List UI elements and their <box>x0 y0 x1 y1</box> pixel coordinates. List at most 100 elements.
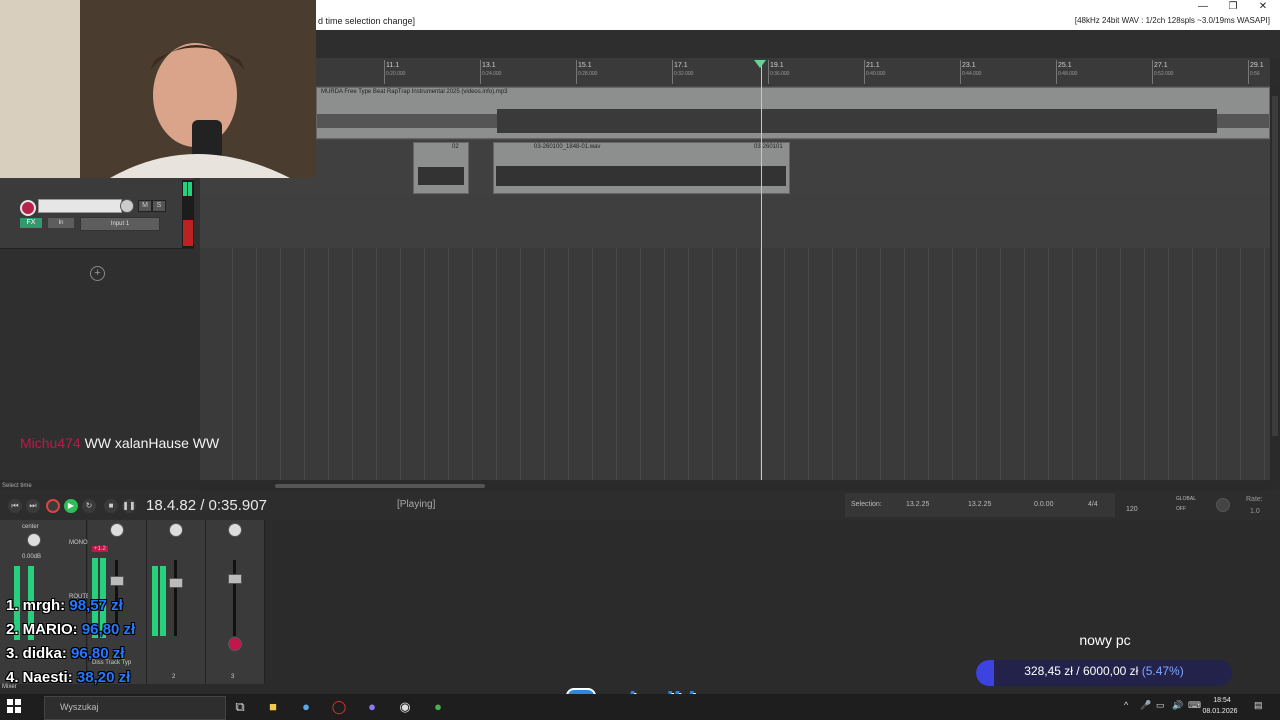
input-select[interactable]: Input 1 <box>80 217 160 231</box>
leaderboard-rank: 1. mrgh: <box>6 597 66 614</box>
pause-button[interactable]: ❚❚ <box>122 499 136 513</box>
loop-button[interactable]: ↻ <box>82 499 96 513</box>
timeline-ruler[interactable]: 11.1 0:20.000 13.1 0:24.000 15.1 0:28.000 17.1… <box>316 58 1270 87</box>
strip-3-number: 3 <box>231 674 235 680</box>
tray-mic-icon[interactable]: 🎤 <box>1140 700 1151 711</box>
mono-button[interactable]: MONO <box>69 540 88 546</box>
ruler-label: 27.1 <box>1154 62 1168 69</box>
tempo-display[interactable]: 120 <box>1126 506 1138 513</box>
minimize-button[interactable]: — <box>1188 0 1218 14</box>
chat-username: Michu474 <box>20 435 81 451</box>
ruler-tick <box>672 60 673 84</box>
horizontal-scroll-thumb[interactable] <box>275 484 485 488</box>
playrate-knob[interactable] <box>1216 498 1230 512</box>
vertical-scroll-thumb[interactable] <box>1272 96 1278 436</box>
selection-label: Selection: <box>851 501 882 508</box>
record-button[interactable] <box>46 499 60 513</box>
leaderboard-amount: 96,80 zł <box>71 645 125 662</box>
master-db: 0.00dB <box>22 554 42 560</box>
ruler-label: 29.1 <box>1250 62 1264 69</box>
strip-2-pan-knob[interactable] <box>169 523 183 537</box>
play-button[interactable]: ▶ <box>64 499 78 513</box>
webcam-person-image <box>0 0 316 178</box>
restore-button[interactable]: ❐ <box>1218 0 1248 14</box>
waveform-clip-1 <box>418 167 464 185</box>
ruler-tick <box>384 60 385 84</box>
file-explorer-icon[interactable]: ■ <box>264 698 282 716</box>
go-end-button[interactable]: ⏭ <box>26 499 40 513</box>
ruler-tick <box>1248 60 1249 84</box>
goal-separator: / <box>1072 664 1083 678</box>
rate-value[interactable]: 1.0 <box>1250 508 1260 515</box>
playhead-line[interactable] <box>761 62 762 480</box>
strip-1-fader[interactable] <box>110 576 124 586</box>
selection-end[interactable]: 13.2.25 <box>968 501 991 508</box>
discord-icon[interactable]: ● <box>363 698 381 716</box>
leaderboard-row: 3. didka: 96,80 zł <box>6 645 124 662</box>
leaderboard-row: 4. Naesti: 38,20 zł <box>6 669 130 686</box>
go-start-button[interactable]: ⏮ <box>8 499 22 513</box>
ruler-time-label: 0:56 <box>1250 71 1260 77</box>
ruler-time-label: 0:32.000 <box>674 71 694 77</box>
master-pan-knob[interactable] <box>27 533 41 547</box>
selection-length[interactable]: 0.0.00 <box>1034 501 1053 508</box>
goal-current: 328,45 zł <box>1024 664 1073 678</box>
ruler-label: 11.1 <box>386 62 400 69</box>
reaper-icon[interactable]: ◉ <box>396 698 414 716</box>
add-track-button[interactable]: + <box>90 266 105 281</box>
fx-button[interactable]: FX <box>20 218 42 228</box>
close-button[interactable]: ✕ <box>1248 0 1278 14</box>
input-monitor-button[interactable]: In <box>48 218 74 228</box>
track-lane-empty[interactable] <box>200 196 1270 248</box>
selection-start[interactable]: 13.2.25 <box>906 501 929 508</box>
ruler-tick <box>1056 60 1057 84</box>
status-hint: Select time <box>2 483 32 489</box>
media-item-label: 02 <box>452 144 459 150</box>
play-state: [Playing] <box>397 499 436 510</box>
master-pan-label: center <box>22 524 39 530</box>
media-item-clip-2[interactable]: 03-260100_1848-01.wav 03-260101 <box>493 142 790 194</box>
leaderboard-rank: 2. MARIO: <box>6 621 78 638</box>
ruler-label: 23.1 <box>962 62 976 69</box>
clock-time[interactable]: 18:54 <box>1204 697 1240 704</box>
tray-network-icon[interactable]: ▭ <box>1156 700 1165 711</box>
media-item-beat[interactable]: MURDA Free Type Beat RapTrap Instrumenta… <box>316 87 1270 139</box>
strip-3-record-arm[interactable] <box>228 637 242 651</box>
windows-start-icon[interactable] <box>6 698 22 714</box>
tray-chevron-icon[interactable]: ^ <box>1124 700 1128 710</box>
volume-knob[interactable] <box>120 199 134 213</box>
strip-2-fader[interactable] <box>169 578 183 588</box>
playrate-global-state[interactable]: OFF <box>1176 506 1186 512</box>
task-view-icon[interactable]: ⧉ <box>231 698 249 716</box>
mute-button[interactable]: M <box>138 200 152 212</box>
time-signature[interactable]: 4/4 <box>1088 501 1098 508</box>
ruler-tick <box>864 60 865 84</box>
stop-button[interactable]: ■ <box>104 499 118 513</box>
media-item-label: 03-260100_1848-01.wav <box>534 144 601 150</box>
strip-1-pan-knob[interactable] <box>110 523 124 537</box>
media-item-clip-1[interactable]: 02 <box>413 142 469 194</box>
playhead-marker-icon[interactable] <box>754 60 766 68</box>
strip-3-fader-rail <box>233 560 236 636</box>
goal-target: 6000,00 zł <box>1082 664 1139 678</box>
strip-3-fader[interactable] <box>228 574 242 584</box>
ruler-time-label: 0:44.000 <box>962 71 982 77</box>
strip-3-pan-knob[interactable] <box>228 523 242 537</box>
record-arm-button[interactable] <box>20 200 36 216</box>
opera-icon[interactable]: ◯ <box>330 698 348 716</box>
leaderboard-row: 2. MARIO: 96,80 zł <box>6 621 135 638</box>
ruler-label: 13.1 <box>482 62 496 69</box>
track-name-field[interactable] <box>38 199 122 213</box>
steam-icon[interactable]: ● <box>297 698 315 716</box>
clock-date[interactable]: 08.01.2026 <box>1200 708 1240 715</box>
notification-icon[interactable]: ▤ <box>1254 700 1263 711</box>
ruler-tick <box>768 60 769 84</box>
chrome-icon[interactable]: ● <box>429 698 447 716</box>
tray-volume-icon[interactable]: 🔊 <box>1172 700 1183 711</box>
solo-button[interactable]: S <box>152 200 166 212</box>
ruler-time-label: 0:28.000 <box>578 71 598 77</box>
ruler-tick <box>576 60 577 84</box>
waveform-beat <box>317 109 1269 133</box>
leaderboard-rank: 4. Naesti: <box>6 669 73 686</box>
strip-1-volume: +1.2 <box>92 546 108 552</box>
